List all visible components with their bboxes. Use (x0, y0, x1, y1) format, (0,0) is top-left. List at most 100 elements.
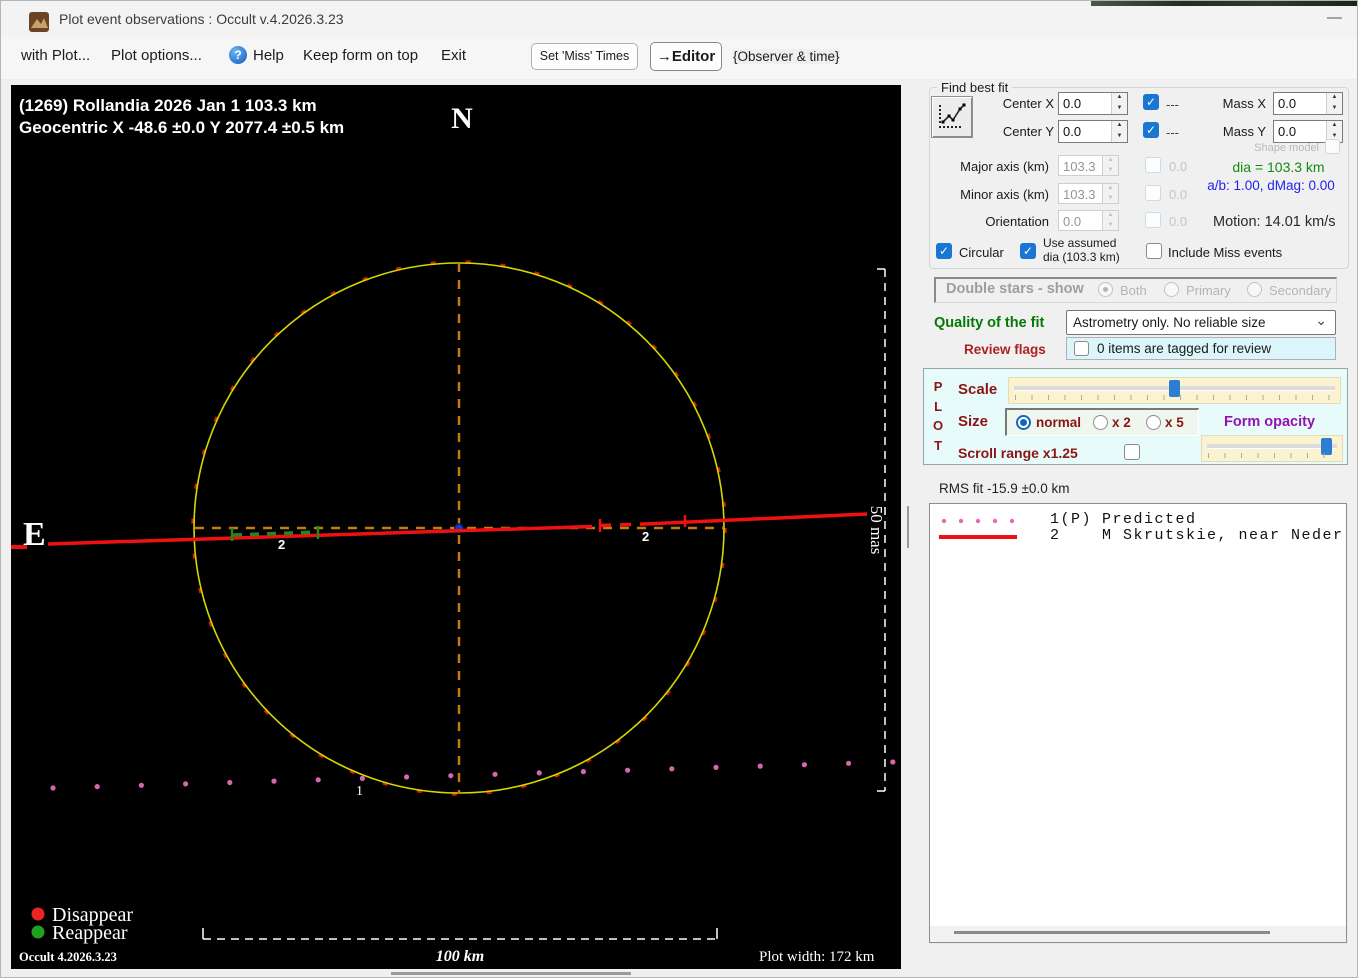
plot-width-label: Plot width: 172 km (759, 949, 875, 965)
background-window-strip (1091, 1, 1357, 6)
plot-vertical-scrollbar[interactable] (907, 506, 909, 548)
orientation-spinner: 0.0 ▲ ▼ (1058, 210, 1119, 231)
chord-label-2-right: 2 (642, 529, 649, 544)
center-y-uncert: --- (1166, 125, 1179, 140)
app-icon (29, 12, 49, 32)
spin-down-icon: ▼ (1107, 194, 1114, 201)
menu-with-plot[interactable]: with Plot... (21, 47, 90, 64)
slider-groove (1207, 444, 1337, 449)
size-radio-group: normal x 2 x 5 (1005, 408, 1199, 436)
mass-x-value[interactable]: 0.0 (1274, 93, 1326, 114)
menu-exit[interactable]: Exit (441, 47, 466, 64)
spin-up-icon[interactable]: ▲ (1112, 93, 1127, 104)
center-x-fit-checkbox[interactable]: ✓ (1143, 94, 1159, 110)
spin-up-icon[interactable]: ▲ (1327, 93, 1342, 104)
quality-dropdown[interactable]: Astrometry only. No reliable size ⌄ (1066, 310, 1336, 335)
slider-ticks (1208, 453, 1336, 458)
check-icon: ✓ (1145, 123, 1157, 137)
help-icon: ? (229, 46, 247, 64)
list-hscroll-track[interactable] (930, 926, 1346, 942)
center-x-uncert: --- (1166, 97, 1179, 112)
include-miss-checkbox[interactable] (1146, 243, 1162, 259)
center-y-label: Center Y (1002, 124, 1054, 139)
observer-row-num[interactable]: 1(P) (1050, 511, 1092, 528)
plot-horizontal-scrollbar[interactable] (391, 972, 631, 975)
observer-row-name[interactable]: Predicted (1102, 511, 1197, 528)
orientation-uncert: 0.0 (1169, 214, 1188, 229)
size-x2-radio[interactable] (1093, 415, 1108, 430)
list-hscroll-thumb[interactable] (954, 931, 1270, 934)
center-x-spinner[interactable]: 0.0 ▲ ▼ (1058, 92, 1128, 115)
double-stars-primary-label: Primary (1186, 283, 1231, 298)
review-flags-checkbox[interactable] (1074, 341, 1089, 356)
chevron-down-icon: ⌄ (1315, 312, 1327, 328)
spin-up-icon[interactable]: ▲ (1112, 121, 1127, 132)
version-label: Occult 4.2026.3.23 (19, 950, 117, 964)
review-flags-label: Review flags (964, 342, 1046, 357)
check-icon: ✓ (1022, 244, 1034, 258)
center-x-value[interactable]: 0.0 (1059, 93, 1111, 114)
spin-up-icon: ▲ (1107, 185, 1114, 191)
double-stars-both-label: Both (1120, 283, 1147, 298)
motion-text: Motion: 14.01 km/s (1213, 214, 1336, 230)
mass-y-value[interactable]: 0.0 (1274, 121, 1326, 142)
observer-row-name[interactable]: M Skrutskie, near Neder (1102, 527, 1344, 544)
scale-slider[interactable] (1008, 377, 1341, 404)
size-normal-label: normal (1036, 415, 1082, 430)
menu-plot-options[interactable]: Plot options... (111, 47, 202, 64)
plot-area[interactable]: (1269) Rollandia 2026 Jan 1 103.3 km Geo… (11, 85, 901, 969)
disappear-uncertainty (599, 522, 646, 528)
menu-keep-on-top[interactable]: Keep form on top (303, 47, 418, 64)
app-window: Plot event observations : Occult v.4.202… (0, 0, 1358, 978)
double-stars-secondary-label: Secondary (1269, 283, 1332, 298)
form-opacity-label: Form opacity (1224, 414, 1316, 430)
observer-row-num[interactable]: 2 (1050, 527, 1061, 544)
use-assumed-dia-checkbox[interactable]: ✓ (1020, 243, 1036, 259)
spin-down-icon: ▼ (1107, 166, 1114, 173)
minor-axis-label: Minor axis (km) (960, 187, 1049, 202)
double-stars-label: Double stars - show (946, 281, 1084, 297)
title-bar: Plot event observations : Occult v.4.202… (1, 1, 1357, 37)
double-stars-secondary-radio (1247, 282, 1262, 297)
spin-up-icon[interactable]: ▲ (1327, 121, 1342, 132)
find-best-fit-label: Find best fit (937, 80, 1013, 95)
quality-value: Astrometry only. No reliable size (1073, 315, 1266, 330)
minor-axis-checkbox (1145, 185, 1161, 201)
ab-dmag-text: a/b: 1.00, dMag: 0.00 (1207, 178, 1335, 193)
include-miss-label: Include Miss events (1168, 245, 1283, 260)
size-normal-radio[interactable] (1016, 415, 1031, 430)
shape-model-label: Shape model (1254, 142, 1319, 154)
major-axis-value: 103.3 (1063, 159, 1096, 174)
form-opacity-slider[interactable] (1201, 435, 1343, 462)
orientation-label: Orientation (985, 214, 1049, 229)
center-y-spinner[interactable]: 0.0 ▲ ▼ (1058, 120, 1128, 143)
orientation-checkbox (1145, 212, 1161, 228)
major-axis-label: Major axis (km) (960, 159, 1049, 174)
predicted-line-sample (941, 518, 1015, 524)
circular-checkbox[interactable]: ✓ (936, 243, 952, 259)
vertical-scale-label: 50 mas (867, 506, 886, 555)
scroll-range-checkbox[interactable] (1124, 444, 1140, 460)
spin-down-icon[interactable]: ▼ (1112, 132, 1127, 143)
size-x5-radio[interactable] (1146, 415, 1161, 430)
chord-observer-2 (11, 512, 868, 549)
center-y-value[interactable]: 0.0 (1059, 121, 1111, 142)
minor-axis-spinner: 103.3 ▲ ▼ (1058, 183, 1119, 204)
shape-model-checkbox[interactable] (1325, 139, 1340, 154)
orientation-value: 0.0 (1063, 214, 1082, 229)
review-flags-text: 0 items are tagged for review (1097, 341, 1272, 356)
mass-x-label: Mass X (1222, 96, 1266, 111)
menu-help[interactable]: Help (253, 47, 284, 64)
editor-button[interactable]: →Editor (650, 42, 722, 71)
minimize-button[interactable]: — (1327, 9, 1342, 26)
review-flags-box: 0 items are tagged for review (1066, 337, 1336, 360)
spin-down-icon[interactable]: ▼ (1112, 104, 1127, 115)
scroll-range-label: Scroll range x1.25 (958, 445, 1078, 461)
set-miss-times-button[interactable]: Set 'Miss' Times (531, 43, 638, 70)
spin-down-icon[interactable]: ▼ (1327, 104, 1342, 115)
legend-reappear: Reappear (52, 922, 128, 944)
observer-list[interactable]: 1(P) Predicted 2 M Skrutskie, near Neder (929, 503, 1347, 943)
mass-x-spinner[interactable]: 0.0 ▲ ▼ (1273, 92, 1343, 115)
center-y-fit-checkbox[interactable]: ✓ (1143, 122, 1159, 138)
plot-controls-panel: P L O T Scale Size normal x 2 x 5 Form o… (923, 368, 1348, 465)
